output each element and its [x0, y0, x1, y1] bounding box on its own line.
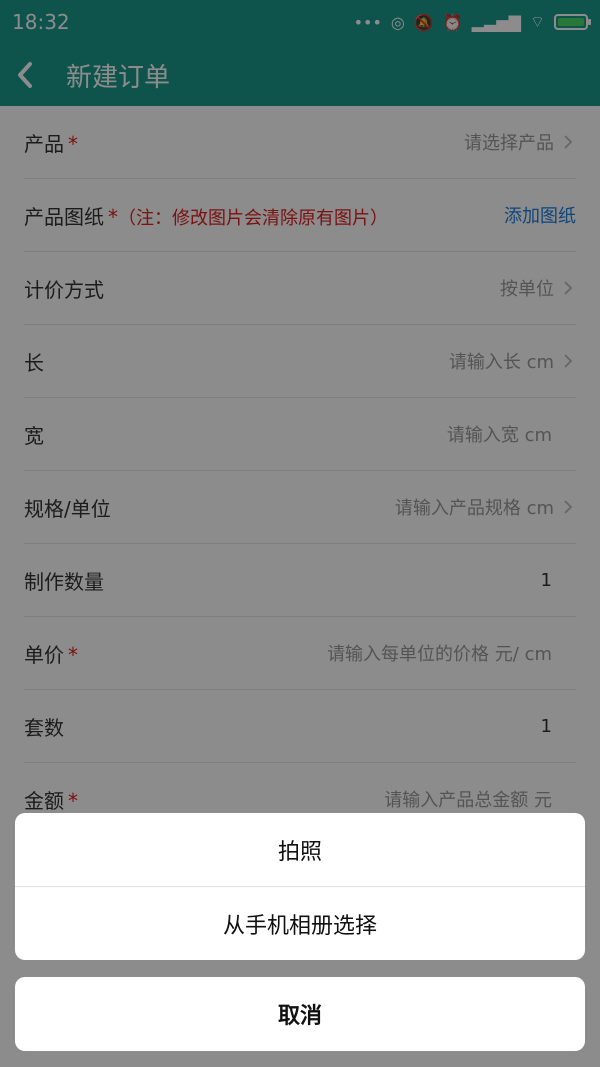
action-sheet-options: 拍照 从手机相册选择 — [15, 813, 585, 960]
cancel-button[interactable]: 取消 — [15, 977, 585, 1051]
choose-from-album-button[interactable]: 从手机相册选择 — [15, 887, 585, 960]
action-sheet-cancel: 取消 — [15, 977, 585, 1051]
take-photo-button[interactable]: 拍照 — [15, 813, 585, 887]
